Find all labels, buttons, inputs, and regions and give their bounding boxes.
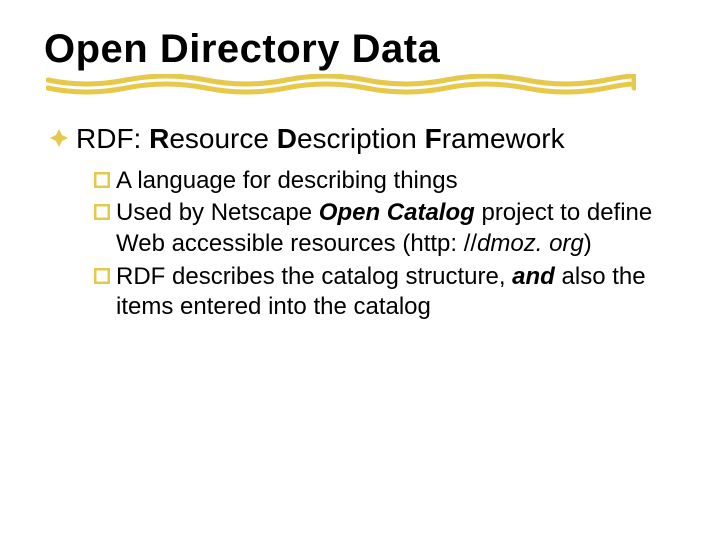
heading-f: F	[425, 123, 442, 154]
heading-r: R	[149, 123, 169, 154]
square-bullet-icon	[94, 268, 110, 284]
item-2-text: Used by Netscape Open Catalog project to…	[116, 198, 676, 259]
list-item: RDF describes the catalog structure, and…	[94, 262, 676, 323]
slide-body: RDF: Resource Description Framework A la…	[44, 122, 676, 323]
item-3-text: RDF describes the catalog structure, and…	[116, 262, 676, 323]
slide: Open Directory Data RDF: Resource Descri…	[0, 0, 720, 540]
heading-d: D	[277, 123, 297, 154]
heading-text: RDF: Resource Description Framework	[76, 122, 565, 156]
item-2a: Used by Netscape	[116, 199, 319, 226]
slide-title: Open Directory Data	[44, 28, 676, 70]
square-bullet-icon	[94, 204, 110, 220]
item-3b: and	[512, 263, 555, 290]
title-underline-icon	[46, 74, 636, 98]
heading-frest: ramework	[442, 123, 565, 154]
heading-abbrev: RDF:	[76, 123, 141, 154]
list-item: Used by Netscape Open Catalog project to…	[94, 198, 676, 259]
square-bullet-icon	[94, 172, 110, 188]
item-3a: RDF describes the catalog structure,	[116, 263, 512, 290]
heading-line: RDF: Resource Description Framework	[48, 122, 676, 156]
heading-drest: escription	[297, 123, 425, 154]
bullet-list: A language for describing things Used by…	[48, 166, 676, 324]
item-1-text: A language for describing things	[116, 166, 458, 197]
list-item: A language for describing things	[94, 166, 676, 197]
item-2b: Open Catalog	[319, 199, 475, 226]
heading-rrest: esource	[169, 123, 276, 154]
cross-bullet-icon	[48, 127, 70, 149]
item-2d: dmoz. org	[477, 230, 584, 257]
item-2e: )	[584, 230, 592, 257]
